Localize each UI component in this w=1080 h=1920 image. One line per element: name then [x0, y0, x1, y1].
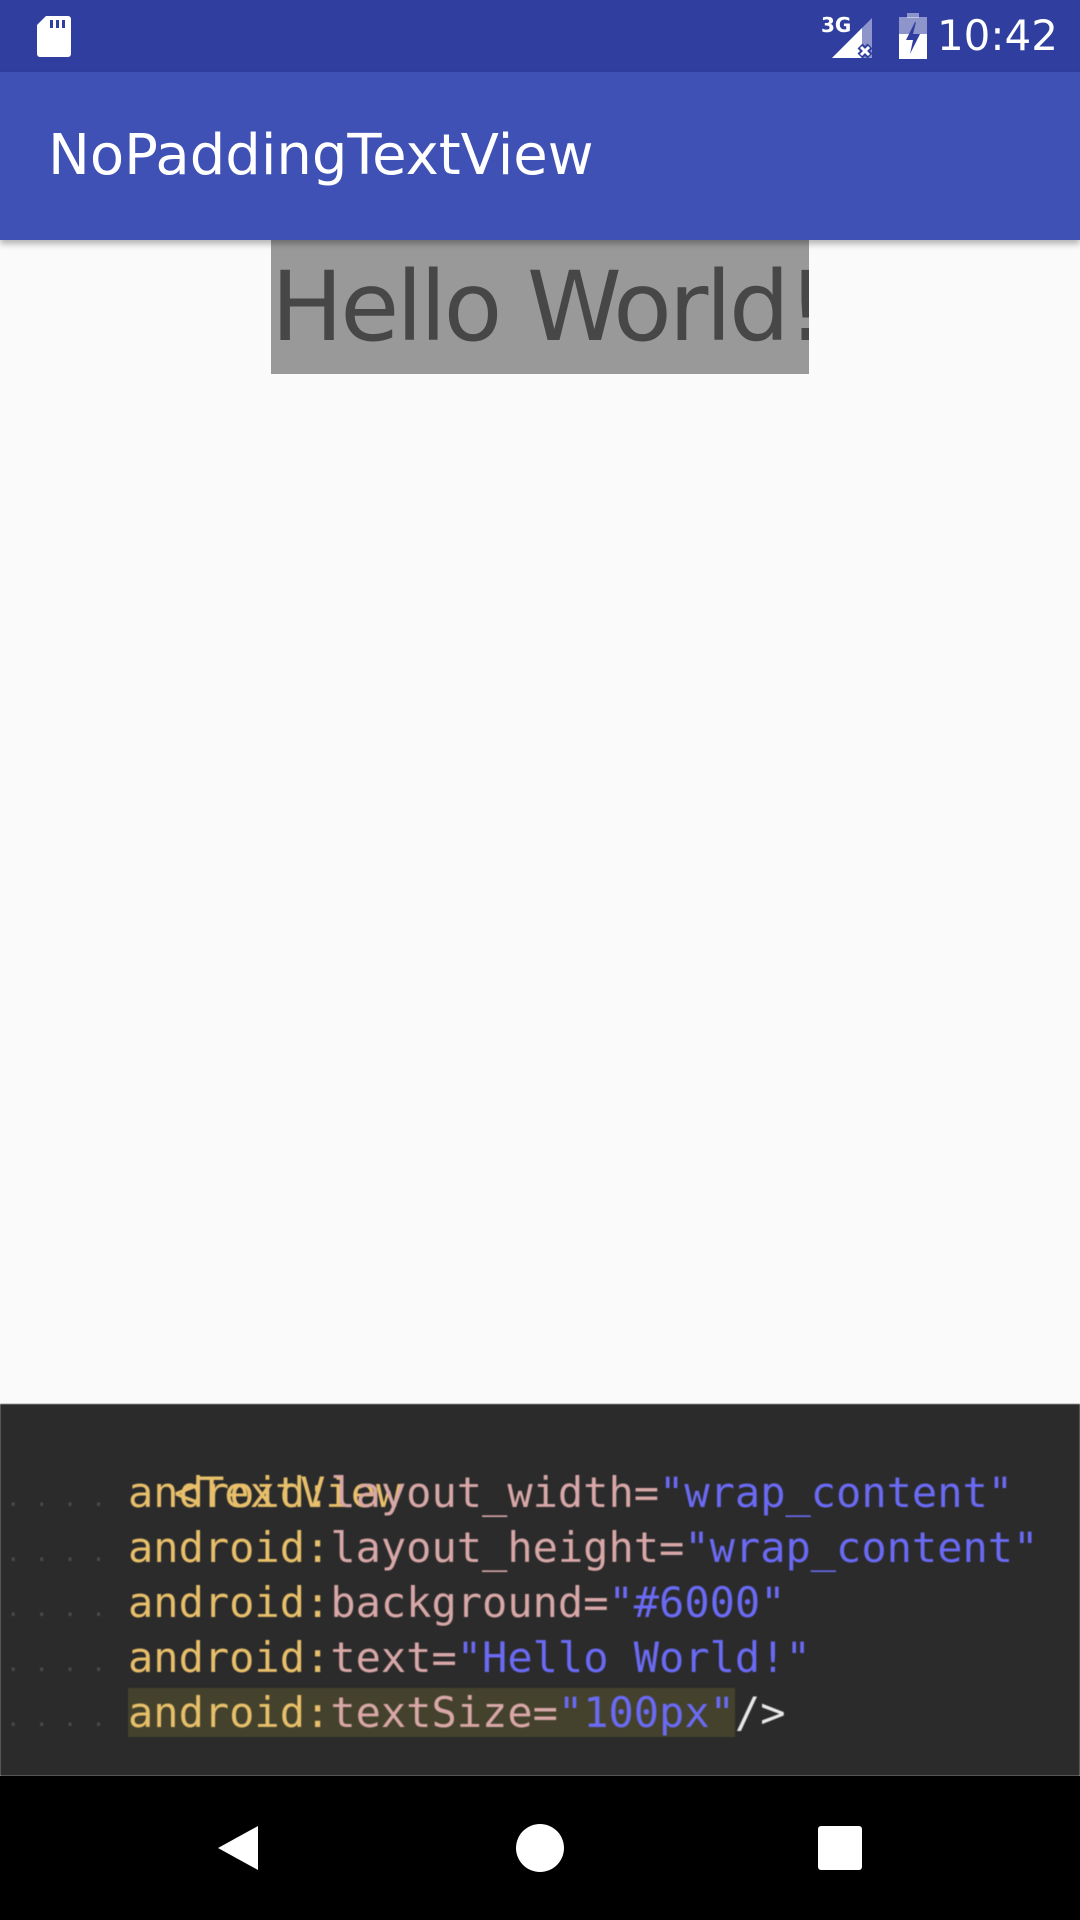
home-icon — [516, 1824, 564, 1872]
code-line: <TextView — [22, 1410, 402, 1517]
home-button[interactable] — [490, 1798, 590, 1898]
code-attribute: textSize — [330, 1688, 533, 1737]
code-colon: : — [305, 1688, 331, 1737]
code-namespace: android — [128, 1688, 306, 1737]
code-equals: = — [532, 1688, 558, 1737]
code-attribute: background — [330, 1578, 584, 1627]
back-button[interactable] — [190, 1798, 290, 1898]
code-highlight: android:textSize="100px" — [128, 1688, 735, 1737]
code-line: android:layout_width="wrap_content" — [128, 1465, 1013, 1520]
code-line: android:textSize="100px"/> — [128, 1685, 786, 1740]
code-attribute: layout_height — [330, 1523, 660, 1572]
code-colon: : — [305, 1578, 331, 1627]
battery-charging-icon — [899, 13, 927, 59]
code-tag-close: /> — [734, 1688, 786, 1737]
code-value: "wrap_content" — [659, 1468, 1014, 1517]
code-namespace: android — [128, 1633, 306, 1682]
navigation-bar — [0, 1776, 1080, 1920]
code-colon: : — [305, 1633, 331, 1682]
code-value: "wrap_content" — [684, 1523, 1039, 1572]
code-value: "100px" — [557, 1688, 735, 1737]
recents-button[interactable] — [790, 1798, 890, 1898]
code-line: android:background="#6000" — [128, 1575, 786, 1630]
indent-guide: .... — [6, 1539, 120, 1567]
code-attribute: layout_width — [330, 1468, 634, 1517]
code-value: "#6000" — [608, 1578, 786, 1627]
recents-icon — [818, 1826, 862, 1870]
code-colon: : — [305, 1468, 331, 1517]
toolbar-title: NoPaddingTextView — [48, 123, 594, 188]
code-equals: = — [583, 1578, 609, 1627]
code-value: "Hello World!" — [456, 1633, 811, 1682]
code-line: android:layout_height="wrap_content" — [128, 1520, 1038, 1575]
code-namespace: android — [128, 1578, 306, 1627]
status-bar: 3G 10:42 — [0, 0, 1080, 72]
code-colon: : — [305, 1523, 331, 1572]
back-icon — [218, 1826, 258, 1870]
hello-world-textview: Hello World! — [271, 240, 809, 374]
code-equals: = — [633, 1468, 660, 1517]
sd-card-icon — [37, 16, 71, 57]
indent-guide: .... — [6, 1704, 120, 1732]
status-time: 10:42 — [936, 11, 1058, 60]
app-toolbar: NoPaddingTextView — [0, 72, 1080, 240]
indent-guide: .... — [6, 1594, 120, 1622]
indent-guide: .... — [6, 1649, 120, 1677]
code-namespace: android — [128, 1523, 306, 1572]
code-equals: = — [431, 1633, 457, 1682]
code-namespace: android — [128, 1468, 306, 1517]
code-line: android:text="Hello World!" — [128, 1630, 811, 1685]
network-type-label: 3G — [821, 13, 851, 37]
code-equals: = — [659, 1523, 685, 1572]
main-content: Hello World! — [0, 240, 1080, 1404]
cellular-signal-icon: 3G — [821, 13, 873, 59]
app-screen: 3G 10:42 NoPaddingTextView Hello World! … — [0, 0, 1080, 1920]
code-snippet-panel: <TextView .... android:layout_width="wra… — [0, 1404, 1080, 1776]
indent-guide: .... — [6, 1484, 120, 1512]
code-attribute: text — [330, 1633, 432, 1682]
